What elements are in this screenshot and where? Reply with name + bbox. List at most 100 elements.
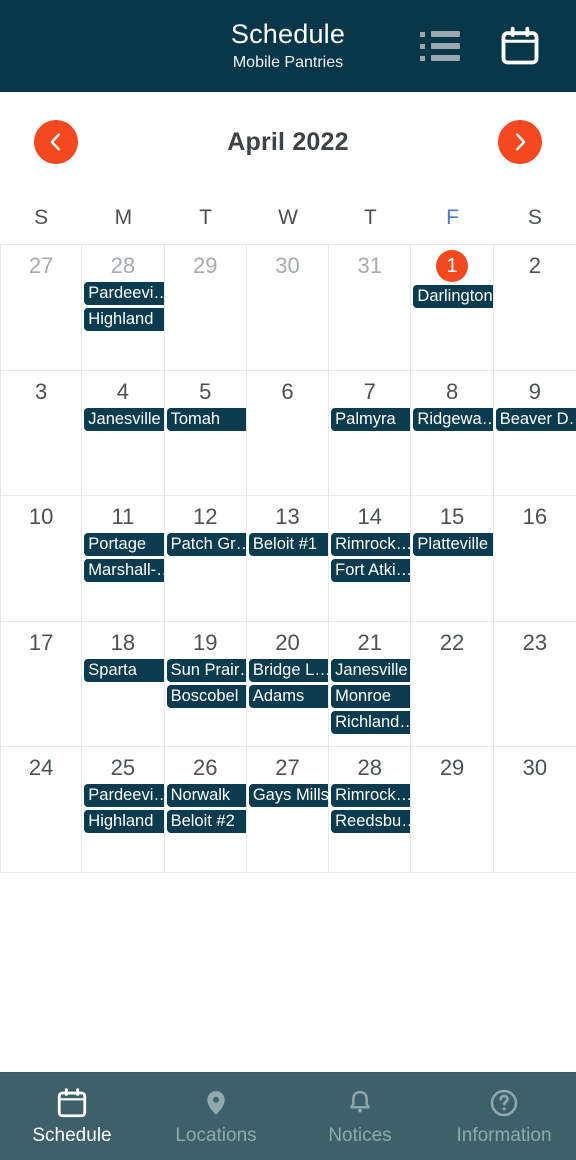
calendar-day-cell[interactable]: 31 (329, 245, 412, 370)
calendar-day-cell[interactable]: 13 Beloit #1 (247, 496, 330, 621)
calendar-day-cell[interactable]: 27 (0, 245, 83, 370)
event-chip[interactable]: Rimrock… (331, 533, 411, 556)
calendar-week-row: 24 25 Pardeevi… Highland 26 Norwalk Beloit #2 2… (0, 747, 576, 873)
day-number: 3 (35, 378, 48, 404)
event-chip[interactable]: Reedsbu… (331, 810, 411, 833)
calendar-day-cell[interactable]: 12 Patch Gr… (165, 496, 247, 621)
day-number: 11 (111, 504, 135, 529)
event-chip[interactable]: Monroe (331, 684, 411, 708)
calendar-day-cell[interactable]: 5 Tomah (165, 370, 247, 495)
calendar-day-cell[interactable]: 3 (0, 370, 83, 495)
calendar-day-cell[interactable]: 4 Janesville (82, 370, 165, 495)
event-chip[interactable]: Palmyra (331, 407, 411, 431)
calendar-day-cell[interactable]: 15 Platteville (411, 496, 494, 621)
day-events: Beloit #1 (247, 533, 329, 556)
chevron-left-icon (50, 133, 60, 151)
calendar-day-cell[interactable]: 28 Rimrock… Reedsbu… (329, 747, 412, 872)
day-events: Pardeevi… Highland (82, 282, 164, 331)
bottom-nav-item-schedule[interactable]: Schedule (0, 1073, 144, 1160)
next-month-button[interactable] (498, 120, 542, 164)
calendar-day-cell[interactable]: 25 Pardeevi… Highland (82, 747, 165, 872)
calendar-day-cell[interactable]: 24 (0, 747, 83, 872)
previous-month-button[interactable] (34, 120, 78, 164)
calendar-day-cell[interactable]: 1 Darlington (411, 245, 494, 370)
event-chip[interactable]: Sun Prair… (166, 658, 246, 682)
event-chip[interactable]: Janesville (331, 658, 411, 682)
calendar-day-cell[interactable]: 29 (411, 747, 494, 872)
event-chip[interactable]: Patch Gr… (166, 533, 246, 556)
weekday-label-2: T (199, 206, 213, 229)
bottom-nav-label: Notices (328, 1125, 392, 1146)
bottom-nav-item-information[interactable]: Information (432, 1073, 576, 1160)
calendar-day-cell[interactable]: 14 Rimrock… Fort Atki… (329, 496, 412, 621)
calendar-day-cell[interactable]: 2 (494, 245, 576, 370)
calendar-day-cell[interactable]: 17 (0, 621, 83, 746)
calendar-day-cell[interactable]: 6 (247, 370, 330, 495)
event-chip[interactable]: Boscobel (166, 684, 246, 708)
day-number: 24 (28, 755, 54, 780)
event-chip[interactable]: Darlington (413, 285, 493, 308)
day-number: 30 (275, 253, 300, 278)
day-events: Bridge L… Adams (247, 658, 329, 708)
day-number: 29 (439, 755, 465, 780)
question-mark-icon (488, 1086, 520, 1120)
event-chip[interactable]: Beaver D… (495, 407, 576, 431)
event-chip[interactable]: Adams (248, 684, 329, 708)
event-chip[interactable]: Highland (84, 308, 164, 331)
calendar-day-cell[interactable]: 22 (411, 621, 494, 746)
day-number: 20 (275, 629, 300, 655)
bottom-nav-item-locations[interactable]: Locations (144, 1073, 288, 1160)
calendar-day-cell[interactable]: 16 (494, 496, 576, 621)
day-events: Patch Gr… (165, 533, 246, 556)
event-chip[interactable]: Bridge L… (248, 658, 329, 682)
bottom-navigation-bar: Schedule Locations Notices Information (0, 1072, 576, 1160)
day-number: 14 (357, 504, 383, 529)
calendar-day-cell[interactable]: 7 Palmyra (329, 370, 412, 495)
calendar-day-cell[interactable]: 8 Ridgewa… (411, 370, 494, 495)
calendar-day-cell[interactable]: 28 Pardeevi… Highland (82, 245, 165, 370)
calendar-day-cell[interactable]: 18 Sparta (82, 621, 165, 746)
bottom-nav-item-notices[interactable]: Notices (288, 1073, 432, 1160)
calendar-day-cell[interactable]: 10 (0, 496, 83, 621)
day-number: 7 (363, 378, 376, 404)
calendar-day-cell[interactable]: 23 (494, 622, 576, 747)
event-chip[interactable]: Richland… (331, 710, 411, 734)
content-spacer (0, 872, 576, 1072)
calendar-view-button[interactable] (498, 24, 542, 68)
day-number: 6 (281, 378, 294, 404)
event-chip[interactable]: Beloit #1 (248, 533, 329, 556)
event-chip[interactable]: Pardeevi… (84, 282, 164, 305)
event-chip[interactable]: Sparta (84, 658, 164, 682)
calendar-day-cell[interactable]: 30 (494, 747, 576, 872)
calendar-icon (55, 1086, 89, 1120)
event-chip[interactable]: Fort Atki… (331, 559, 411, 582)
calendar-day-cell[interactable]: 11 Portage Marshall-… (82, 496, 165, 621)
calendar-day-cell[interactable]: 21 Janesville Monroe Richland… (329, 621, 412, 746)
list-view-button[interactable] (420, 30, 462, 62)
event-chip[interactable]: Tomah (166, 407, 246, 431)
event-chip[interactable]: Rimrock… (331, 784, 411, 807)
event-chip[interactable]: Norwalk (166, 784, 246, 807)
calendar-day-cell[interactable]: 30 (247, 245, 330, 370)
calendar-day-cell[interactable]: 19 Sun Prair…Boscobel (165, 621, 247, 746)
event-chip[interactable]: Ridgewa… (413, 407, 493, 431)
event-chip[interactable]: Marshall-… (84, 559, 164, 582)
calendar-week-row: 3 4 Janesville 5 Tomah 6 7 Palmyra 8 Ridgewa… 9 Bea… (0, 370, 576, 496)
event-chip[interactable]: Platteville (413, 533, 493, 556)
event-chip[interactable]: Beloit #2 (166, 810, 246, 833)
calendar-day-cell[interactable]: 20 Bridge L… Adams (247, 621, 330, 746)
event-chip[interactable]: Pardeevi… (84, 784, 164, 807)
weekday-label-4: T (363, 206, 377, 229)
day-number: 25 (110, 755, 136, 780)
calendar-day-cell[interactable]: 26 Norwalk Beloit #2 (165, 747, 247, 872)
calendar-day-cell[interactable]: 9 Beaver D… (494, 371, 576, 496)
chevron-right-icon (516, 133, 526, 151)
event-chip[interactable]: Janesville (84, 407, 164, 431)
day-number: 5 (199, 378, 212, 404)
event-chip[interactable]: Highland (84, 810, 164, 833)
event-chip[interactable]: Portage (84, 533, 164, 556)
calendar-week-row: 10 11 Portage Marshall-… 12 Patch Gr… 13 Beloit… (0, 496, 576, 622)
calendar-day-cell[interactable]: 27 Gays Mills (247, 747, 330, 872)
calendar-day-cell[interactable]: 29 (165, 245, 247, 370)
event-chip[interactable]: Gays Mills (248, 784, 329, 807)
